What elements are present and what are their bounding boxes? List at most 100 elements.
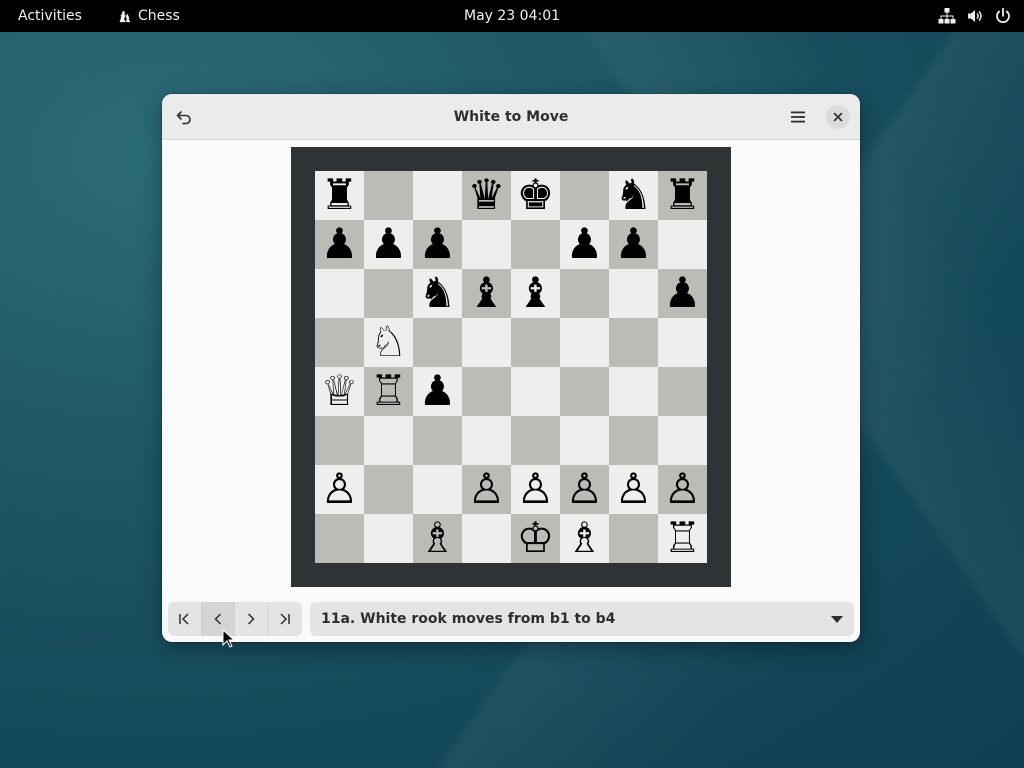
clock[interactable]: May 23 04:01 bbox=[464, 0, 560, 32]
square-e4[interactable] bbox=[511, 367, 560, 416]
square-a5[interactable] bbox=[315, 318, 364, 367]
square-e5[interactable] bbox=[511, 318, 560, 367]
square-d4[interactable] bbox=[462, 367, 511, 416]
app-menu[interactable]: Chess bbox=[117, 0, 180, 32]
white-pawn-piece[interactable]: ♙ bbox=[566, 467, 604, 510]
white-bishop-piece[interactable]: ♗ bbox=[566, 516, 604, 559]
white-knight-piece[interactable]: ♘ bbox=[370, 320, 408, 363]
square-d6[interactable]: ♝ bbox=[462, 269, 511, 318]
square-g6[interactable] bbox=[609, 269, 658, 318]
move-history-dropdown[interactable]: 11a. White rook moves from b1 to b4 bbox=[310, 602, 854, 636]
square-e1[interactable]: ♔ bbox=[511, 514, 560, 563]
square-f5[interactable] bbox=[560, 318, 609, 367]
square-d8[interactable]: ♛ bbox=[462, 171, 511, 220]
chess-board[interactable]: ♜ ♛ ♚ ♞ ♜ ♟ ♟ ♟ ♟ ♟ ♞ ♝ ♝ ♟ ♘ ♕ ♖ ♟ ♙ ♙ ♙ ♙ ♙ ♙ ♗ ♔ ♗ ♖ bbox=[315, 171, 707, 563]
black-queen-piece[interactable]: ♛ bbox=[468, 173, 506, 216]
square-h7[interactable] bbox=[658, 220, 707, 269]
square-h8[interactable]: ♜ bbox=[658, 171, 707, 220]
square-f7[interactable]: ♟ bbox=[560, 220, 609, 269]
square-b3[interactable] bbox=[364, 416, 413, 465]
square-c3[interactable] bbox=[413, 416, 462, 465]
white-pawn-piece[interactable]: ♙ bbox=[615, 467, 653, 510]
white-pawn-piece[interactable]: ♙ bbox=[517, 467, 555, 510]
system-tray[interactable] bbox=[938, 0, 1012, 32]
square-g4[interactable] bbox=[609, 367, 658, 416]
square-b6[interactable] bbox=[364, 269, 413, 318]
first-move-button[interactable] bbox=[168, 602, 202, 636]
square-f6[interactable] bbox=[560, 269, 609, 318]
square-b1[interactable] bbox=[364, 514, 413, 563]
square-e7[interactable] bbox=[511, 220, 560, 269]
square-b5[interactable]: ♘ bbox=[364, 318, 413, 367]
square-e3[interactable] bbox=[511, 416, 560, 465]
square-b2[interactable] bbox=[364, 465, 413, 514]
square-a6[interactable] bbox=[315, 269, 364, 318]
black-pawn-piece[interactable]: ♟ bbox=[419, 369, 457, 412]
square-c1[interactable]: ♗ bbox=[413, 514, 462, 563]
white-rook-piece[interactable]: ♖ bbox=[664, 516, 702, 559]
square-h3[interactable] bbox=[658, 416, 707, 465]
square-e2[interactable]: ♙ bbox=[511, 465, 560, 514]
square-g8[interactable]: ♞ bbox=[609, 171, 658, 220]
square-h4[interactable] bbox=[658, 367, 707, 416]
black-knight-piece[interactable]: ♞ bbox=[419, 271, 457, 314]
square-f8[interactable] bbox=[560, 171, 609, 220]
last-move-button[interactable] bbox=[269, 602, 303, 636]
square-b4[interactable]: ♖ bbox=[364, 367, 413, 416]
square-g7[interactable]: ♟ bbox=[609, 220, 658, 269]
black-pawn-piece[interactable]: ♟ bbox=[615, 222, 653, 265]
square-h5[interactable] bbox=[658, 318, 707, 367]
white-pawn-piece[interactable]: ♙ bbox=[468, 467, 506, 510]
square-c8[interactable] bbox=[413, 171, 462, 220]
square-h6[interactable]: ♟ bbox=[658, 269, 707, 318]
close-button[interactable] bbox=[826, 105, 850, 129]
square-a8[interactable]: ♜ bbox=[315, 171, 364, 220]
white-queen-piece[interactable]: ♕ bbox=[321, 369, 359, 412]
square-h2[interactable]: ♙ bbox=[658, 465, 707, 514]
square-c6[interactable]: ♞ bbox=[413, 269, 462, 318]
square-g1[interactable] bbox=[609, 514, 658, 563]
black-rook-piece[interactable]: ♜ bbox=[321, 173, 359, 216]
black-pawn-piece[interactable]: ♟ bbox=[370, 222, 408, 265]
square-a2[interactable]: ♙ bbox=[315, 465, 364, 514]
white-pawn-piece[interactable]: ♙ bbox=[664, 467, 702, 510]
black-bishop-piece[interactable]: ♝ bbox=[468, 271, 506, 314]
black-bishop-piece[interactable]: ♝ bbox=[517, 271, 555, 314]
square-f3[interactable] bbox=[560, 416, 609, 465]
black-pawn-piece[interactable]: ♟ bbox=[419, 222, 457, 265]
white-rook-piece[interactable]: ♖ bbox=[370, 369, 408, 412]
square-d7[interactable] bbox=[462, 220, 511, 269]
black-king-piece[interactable]: ♚ bbox=[517, 173, 555, 216]
square-e8[interactable]: ♚ bbox=[511, 171, 560, 220]
square-a3[interactable] bbox=[315, 416, 364, 465]
square-a7[interactable]: ♟ bbox=[315, 220, 364, 269]
square-b7[interactable]: ♟ bbox=[364, 220, 413, 269]
square-d5[interactable] bbox=[462, 318, 511, 367]
black-rook-piece[interactable]: ♜ bbox=[664, 173, 702, 216]
square-g5[interactable] bbox=[609, 318, 658, 367]
black-pawn-piece[interactable]: ♟ bbox=[321, 222, 359, 265]
square-a1[interactable] bbox=[315, 514, 364, 563]
white-bishop-piece[interactable]: ♗ bbox=[419, 516, 457, 559]
square-c5[interactable] bbox=[413, 318, 462, 367]
black-knight-piece[interactable]: ♞ bbox=[615, 173, 653, 216]
activities-button[interactable]: Activities bbox=[18, 0, 82, 32]
white-king-piece[interactable]: ♔ bbox=[517, 516, 555, 559]
black-pawn-piece[interactable]: ♟ bbox=[566, 222, 604, 265]
square-f1[interactable]: ♗ bbox=[560, 514, 609, 563]
square-g3[interactable] bbox=[609, 416, 658, 465]
white-pawn-piece[interactable]: ♙ bbox=[321, 467, 359, 510]
square-c2[interactable] bbox=[413, 465, 462, 514]
square-g2[interactable]: ♙ bbox=[609, 465, 658, 514]
square-f2[interactable]: ♙ bbox=[560, 465, 609, 514]
square-c7[interactable]: ♟ bbox=[413, 220, 462, 269]
square-h1[interactable]: ♖ bbox=[658, 514, 707, 563]
square-a4[interactable]: ♕ bbox=[315, 367, 364, 416]
square-d1[interactable] bbox=[462, 514, 511, 563]
square-e6[interactable]: ♝ bbox=[511, 269, 560, 318]
main-menu-button[interactable] bbox=[782, 101, 814, 133]
square-d3[interactable] bbox=[462, 416, 511, 465]
square-d2[interactable]: ♙ bbox=[462, 465, 511, 514]
black-pawn-piece[interactable]: ♟ bbox=[664, 271, 702, 314]
square-f4[interactable] bbox=[560, 367, 609, 416]
